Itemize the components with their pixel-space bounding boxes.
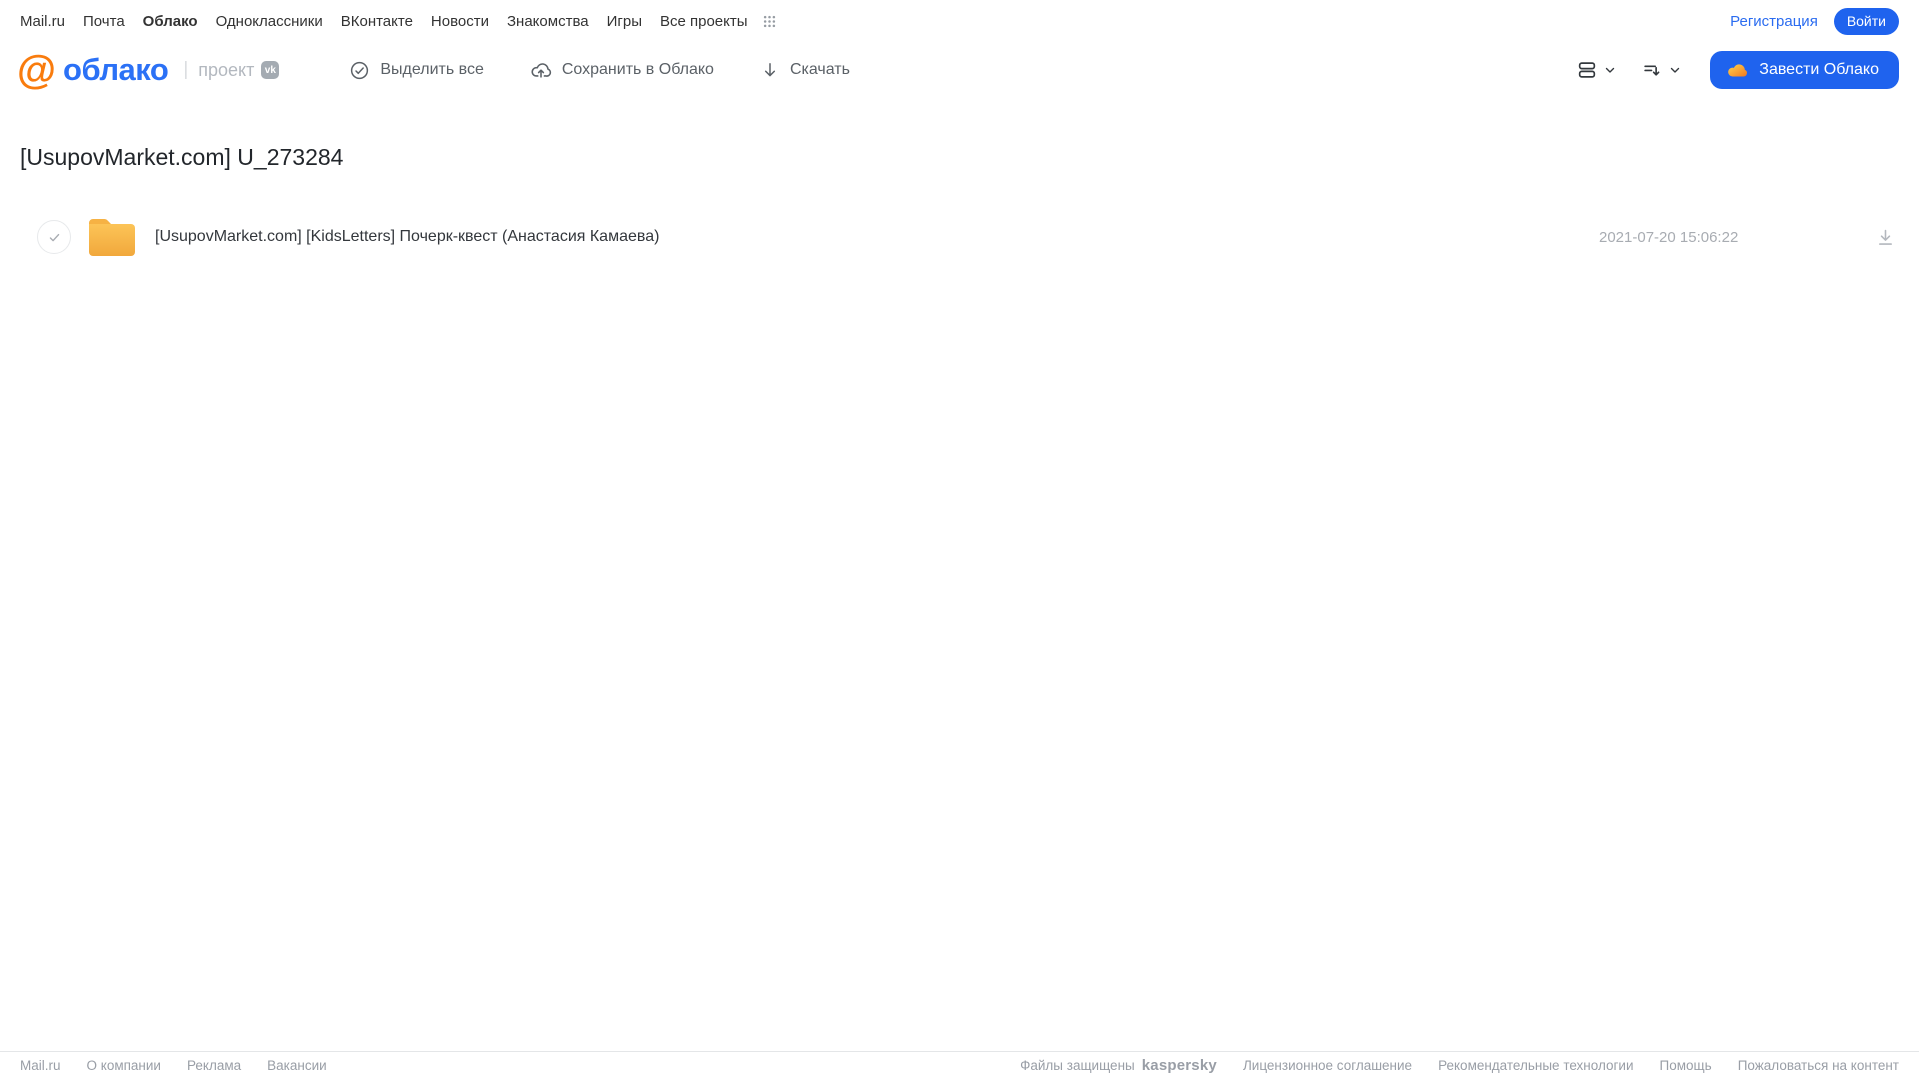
save-to-cloud-label: Сохранить в Облако <box>561 61 714 78</box>
footer-link-about[interactable]: О компании <box>87 1058 161 1073</box>
download-button[interactable]: Скачать <box>760 60 850 80</box>
page-title: [UsupovMarket.com] U_273284 <box>20 144 344 170</box>
sort-dropdown[interactable] <box>1641 59 1682 81</box>
get-cloud-label: Завести Облако <box>1759 61 1879 78</box>
file-name-link[interactable]: [UsupovMarket.com] [KidsLetters] Почерк-… <box>155 228 1599 246</box>
cloud-logo[interactable]: @ облако | проект vk <box>17 48 280 92</box>
topnav-link-news[interactable]: Новости <box>431 13 489 30</box>
topnav-link-odnoklassniki[interactable]: Одноклассники <box>216 13 323 30</box>
footer-link-license[interactable]: Лицензионное соглашение <box>1243 1058 1412 1073</box>
protected-by-label: Файлы защищены <box>1020 1058 1135 1073</box>
kaspersky-protection: Файлы защищены kaspersky <box>1020 1057 1217 1074</box>
file-actions-toolbar: Выделить все Сохранить в Облако Скачать <box>349 59 850 81</box>
sort-icon <box>1641 59 1663 81</box>
topnav-link-all-projects[interactable]: Все проекты <box>660 13 748 30</box>
footer-link-jobs[interactable]: Вакансии <box>267 1058 327 1073</box>
footer-link-mailru[interactable]: Mail.ru <box>20 1058 61 1073</box>
view-list-icon <box>1576 59 1598 81</box>
logo-divider: | <box>183 59 189 80</box>
view-controls: Завести Облако <box>1576 51 1899 89</box>
file-row[interactable]: [UsupovMarket.com] [KidsLetters] Почерк-… <box>0 213 1919 261</box>
check-circle-icon <box>349 60 370 81</box>
topnav-link-vkontakte[interactable]: ВКонтакте <box>341 13 413 30</box>
row-checkbox[interactable] <box>37 220 71 254</box>
footer-link-ads[interactable]: Реклама <box>187 1058 241 1073</box>
vk-badge-icon: vk <box>261 61 280 79</box>
footer: Mail.ru О компании Реклама Вакансии Файл… <box>0 1051 1919 1079</box>
chevron-down-icon <box>1603 63 1617 77</box>
auth-area: Регистрация Войти <box>1730 8 1899 35</box>
footer-right-links: Файлы защищены kaspersky Лицензионное со… <box>1020 1057 1899 1074</box>
download-icon <box>760 60 780 80</box>
get-cloud-button[interactable]: Завести Облако <box>1710 51 1899 89</box>
header: @ облако | проект vk Выделить все Сохран… <box>0 40 1919 108</box>
row-download-icon[interactable] <box>1875 227 1896 248</box>
portal-links: Mail.ru Почта Облако Одноклассники ВКонт… <box>20 13 777 30</box>
login-button[interactable]: Войти <box>1833 8 1899 35</box>
file-modified-date: 2021-07-20 15:06:22 <box>1599 228 1739 246</box>
topnav-link-mailru[interactable]: Mail.ru <box>20 13 65 30</box>
topnav-link-mail[interactable]: Почта <box>83 13 125 30</box>
select-all-button[interactable]: Выделить все <box>349 60 484 81</box>
registration-link[interactable]: Регистрация <box>1730 13 1818 30</box>
save-to-cloud-button[interactable]: Сохранить в Облако <box>530 59 714 81</box>
cloud-upload-icon <box>530 59 552 81</box>
top-navigation: Mail.ru Почта Облако Одноклассники ВКонт… <box>0 0 1919 40</box>
topnav-link-cloud[interactable]: Облако <box>143 13 198 30</box>
footer-link-recommendations[interactable]: Рекомендательные технологии <box>1438 1058 1633 1073</box>
footer-link-help[interactable]: Помощь <box>1660 1058 1712 1073</box>
mailru-at-icon: @ <box>17 48 57 92</box>
view-mode-dropdown[interactable] <box>1576 59 1617 81</box>
folder-icon[interactable] <box>87 216 137 258</box>
check-icon <box>47 230 62 245</box>
topnav-link-games[interactable]: Игры <box>607 13 642 30</box>
all-projects-grid-icon[interactable] <box>762 14 777 29</box>
kaspersky-logo[interactable]: kaspersky <box>1142 1057 1217 1074</box>
topnav-link-dating[interactable]: Знакомства <box>507 13 589 30</box>
logo-brand-text: облако <box>63 52 169 87</box>
footer-left-links: Mail.ru О компании Реклама Вакансии <box>20 1058 327 1073</box>
main-content: [UsupovMarket.com] U_273284 [UsupovMarke… <box>0 144 1919 261</box>
select-all-label: Выделить все <box>380 61 484 78</box>
download-label: Скачать <box>789 61 850 78</box>
footer-link-report[interactable]: Пожаловаться на контент <box>1738 1058 1899 1073</box>
cloud-icon <box>1726 59 1749 82</box>
logo-project-text: проект <box>198 59 255 80</box>
chevron-down-icon <box>1668 63 1682 77</box>
